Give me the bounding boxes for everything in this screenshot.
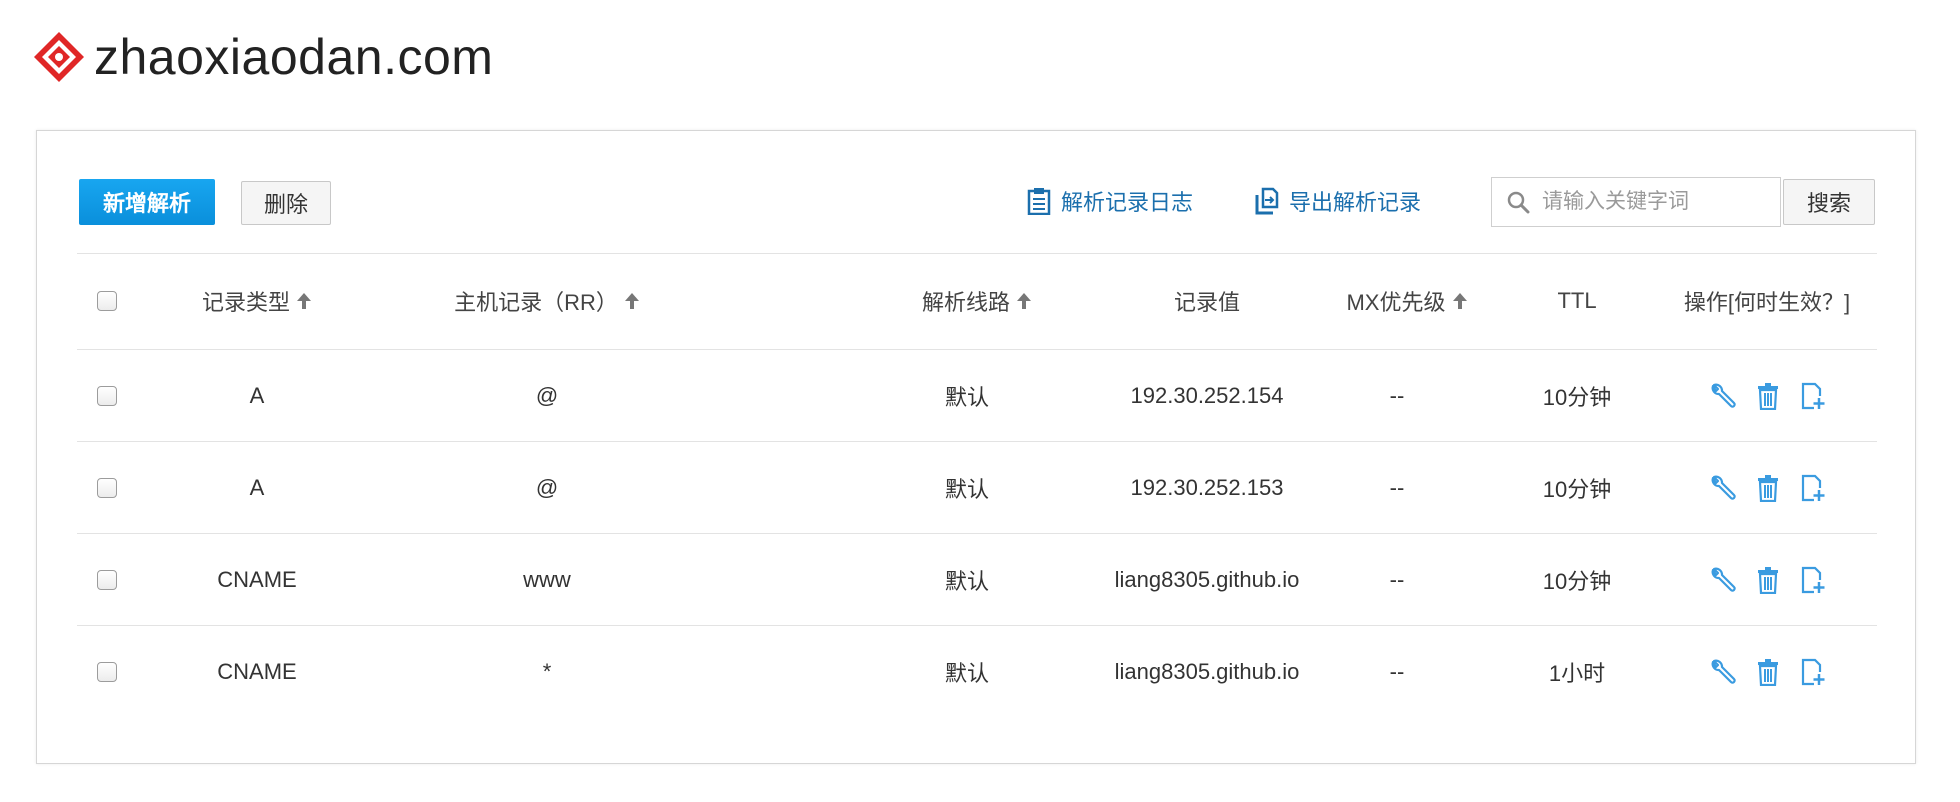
ttl-cell: 10分钟 — [1542, 476, 1612, 502]
header-record-type[interactable]: 记录类型 — [157, 253, 357, 349]
row-actions — [1657, 534, 1877, 625]
record-type-cell: A — [249, 382, 265, 408]
delete-button[interactable]: 删除 — [241, 181, 331, 225]
add-document-icon[interactable] — [1800, 658, 1826, 686]
header-record-type-label: 记录类型 — [201, 290, 290, 315]
search-box[interactable] — [1491, 177, 1781, 227]
trash-icon[interactable] — [1756, 474, 1780, 502]
row-checkbox[interactable] — [97, 661, 117, 682]
table-row: A @ 默认 192.30.252.154 -- 10分钟 — [77, 350, 1877, 441]
record-value-cell: liang8305.github.io — [1114, 566, 1300, 592]
sort-up-icon — [1452, 293, 1467, 309]
row-checkbox-cell — [77, 442, 137, 533]
header-mx-priority-label: MX优先级 — [1346, 290, 1446, 315]
row-actions — [1657, 350, 1877, 441]
search-input[interactable] — [1540, 189, 1764, 215]
host-record-cell: @ — [535, 382, 559, 408]
record-type-cell: CNAME — [217, 658, 297, 684]
row-checkbox[interactable] — [97, 569, 117, 590]
ttl-cell: 1小时 — [1548, 660, 1606, 686]
record-log-label: 解析记录日志 — [1061, 190, 1194, 215]
table-row: A @ 默认 192.30.252.153 -- 10分钟 — [77, 442, 1877, 533]
rhombus-logo-icon — [34, 32, 84, 82]
wrench-icon[interactable] — [1708, 658, 1736, 686]
sort-up-icon — [624, 293, 639, 309]
mx-priority-cell: -- — [1389, 474, 1405, 500]
line-cell: 默认 — [944, 568, 989, 594]
mx-priority-cell: -- — [1389, 566, 1405, 592]
sort-up-icon — [297, 293, 311, 309]
add-document-icon[interactable] — [1800, 566, 1826, 594]
record-value-cell: 192.30.252.153 — [1130, 474, 1284, 500]
export-icon — [1255, 187, 1279, 215]
clipboard-icon — [1027, 188, 1051, 215]
host-record-cell: @ — [535, 474, 559, 500]
header-operations[interactable]: 操作[何时生效？] — [1657, 253, 1877, 349]
record-type-cell: CNAME — [217, 566, 297, 592]
wrench-icon[interactable] — [1708, 474, 1736, 502]
export-records-link[interactable]: 导出解析记录 — [1253, 185, 1421, 217]
header-host-record-label: 主机记录（RR） — [454, 290, 618, 315]
host-record-cell: www — [523, 566, 571, 592]
header-record-value: 记录值 — [1087, 253, 1327, 349]
ttl-cell: 10分钟 — [1542, 384, 1612, 410]
export-records-label: 导出解析记录 — [1289, 190, 1422, 215]
line-cell: 默认 — [944, 384, 989, 410]
site-logo[interactable]: zhaoxiaodan.com — [32, 30, 493, 84]
sort-up-icon — [1017, 293, 1031, 309]
site-name: zhaoxiaodan.com — [94, 29, 494, 85]
table-header: 记录类型 主机记录（RR） 解析线路 记录值 MX优先级 TTL 操作[何时生效… — [77, 253, 1877, 349]
header-line[interactable]: 解析线路 — [897, 253, 1057, 349]
record-value-cell: 192.30.252.154 — [1130, 382, 1284, 408]
row-checkbox[interactable] — [97, 477, 117, 498]
row-actions — [1657, 442, 1877, 533]
wrench-icon[interactable] — [1708, 382, 1736, 410]
header-ttl: TTL — [1507, 253, 1647, 349]
record-value-cell: liang8305.github.io — [1114, 658, 1300, 684]
header-mx-priority[interactable]: MX优先级 — [1317, 253, 1497, 349]
ttl-cell: 10分钟 — [1542, 568, 1612, 594]
wrench-icon[interactable] — [1708, 566, 1736, 594]
add-record-button[interactable]: 新增解析 — [79, 179, 215, 225]
mx-priority-cell: -- — [1389, 658, 1405, 684]
line-cell: 默认 — [944, 660, 989, 686]
record-log-link[interactable]: 解析记录日志 — [1027, 185, 1193, 217]
row-checkbox-cell — [77, 626, 137, 717]
header-record-value-label: 记录值 — [1173, 290, 1240, 315]
table-row: CNAME www 默认 liang8305.github.io -- 10分钟 — [77, 534, 1877, 625]
header-host-record[interactable]: 主机记录（RR） — [407, 253, 687, 349]
search-icon — [1507, 191, 1530, 214]
search-button[interactable]: 搜索 — [1783, 179, 1875, 225]
line-cell: 默认 — [944, 476, 989, 502]
add-document-icon[interactable] — [1800, 382, 1826, 410]
header-line-label: 解析线路 — [921, 290, 1010, 315]
record-type-cell: A — [249, 474, 265, 500]
trash-icon[interactable] — [1756, 382, 1780, 410]
mx-priority-cell: -- — [1389, 382, 1405, 408]
add-document-icon[interactable] — [1800, 474, 1826, 502]
row-actions — [1657, 626, 1877, 717]
row-checkbox-cell — [77, 534, 137, 625]
header-ttl-label: TTL — [1557, 288, 1597, 313]
trash-icon[interactable] — [1756, 658, 1780, 686]
host-record-cell: * — [542, 658, 552, 684]
dns-records-panel: 新增解析 删除 解析记录日志 导出解析记录 搜索 — [36, 130, 1916, 764]
row-checkbox-cell — [77, 350, 137, 441]
row-checkbox[interactable] — [97, 385, 117, 406]
select-all-checkbox[interactable] — [97, 291, 117, 311]
header-operations-label[interactable]: 操作[何时生效？] — [1684, 285, 1850, 317]
trash-icon[interactable] — [1756, 566, 1780, 594]
table-row: CNAME * 默认 liang8305.github.io -- 1小时 — [77, 626, 1877, 717]
